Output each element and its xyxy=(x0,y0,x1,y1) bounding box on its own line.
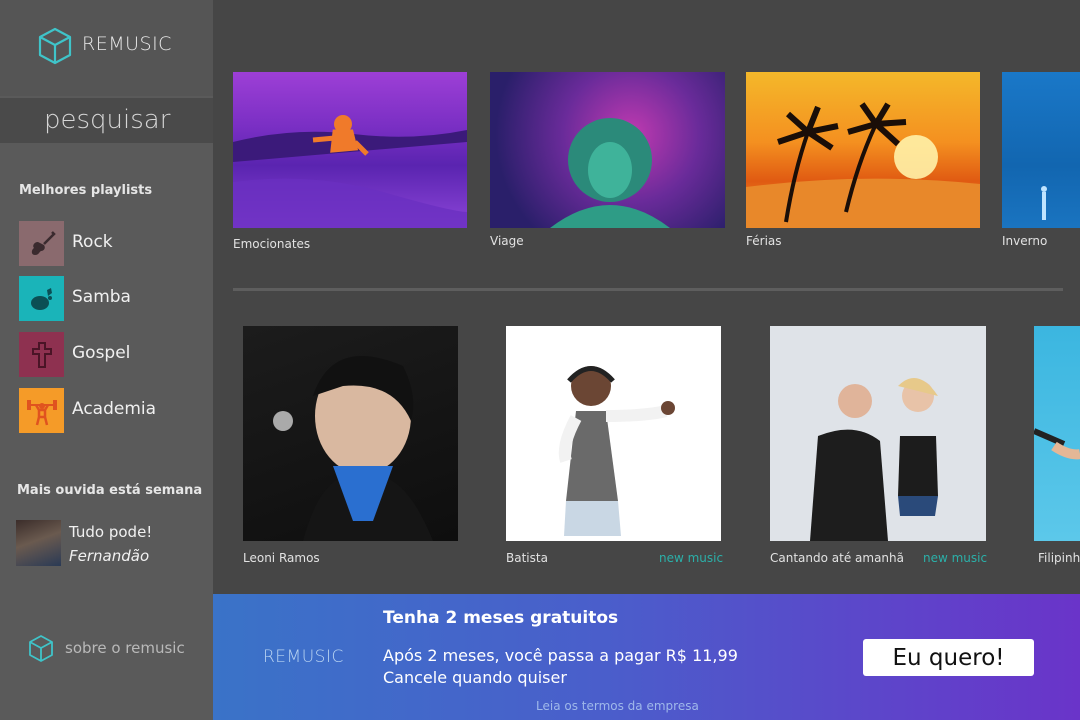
mood-label: Emocionates xyxy=(233,237,311,251)
artist-label: Filipinh xyxy=(1038,551,1080,565)
about-label: sobre o remusic xyxy=(65,639,185,657)
playlist-item-rock[interactable]: Rock xyxy=(19,221,209,267)
mood-label: Viage xyxy=(490,234,524,248)
artist-image xyxy=(770,326,986,541)
mood-card[interactable]: Férias xyxy=(746,72,980,252)
main-content: Emocionates Viage Férias Inverno Leoni R… xyxy=(213,0,1080,594)
guitar-icon xyxy=(19,221,64,266)
sidebar: REMUSIC pesquisar Melhores playlists Roc… xyxy=(0,0,213,720)
most-played-heading: Mais ouvida está semana xyxy=(17,483,203,498)
brand-header[interactable]: REMUSIC xyxy=(0,0,213,96)
track-artist: Fernandão xyxy=(69,547,150,565)
banner-line-2: Cancele quando quiser xyxy=(383,668,567,687)
artist-card[interactable]: Batista new music xyxy=(506,326,726,571)
track-title: Tudo pode! xyxy=(69,523,153,541)
artist-image xyxy=(1034,326,1080,541)
artist-card[interactable]: Cantando até amanhã new music xyxy=(770,326,990,571)
new-music-tag[interactable]: new music xyxy=(923,551,987,565)
mood-image xyxy=(233,72,467,228)
mood-card[interactable]: Emocionates xyxy=(233,72,467,252)
search-button[interactable]: pesquisar xyxy=(0,98,213,143)
mood-image xyxy=(1002,72,1080,228)
cross-icon xyxy=(19,332,64,377)
artist-label: Batista xyxy=(506,551,548,565)
playlist-label: Rock xyxy=(72,232,113,252)
section-divider xyxy=(233,288,1063,291)
cube-icon xyxy=(29,635,53,662)
playlists-heading: Melhores playlists xyxy=(19,183,153,198)
playlist-item-samba[interactable]: Samba xyxy=(19,276,209,322)
banner-line-1: Após 2 meses, você passa a pagar R$ 11,9… xyxy=(383,646,738,665)
artist-image xyxy=(243,326,458,541)
playlist-item-gospel[interactable]: Gospel xyxy=(19,332,209,378)
playlist-label: Gospel xyxy=(72,343,131,363)
banner-brand: REMUSIC xyxy=(263,647,344,667)
brand-name: REMUSIC xyxy=(82,33,172,55)
banner-headline: Tenha 2 meses gratuitos xyxy=(383,608,619,628)
new-music-tag[interactable]: new music xyxy=(659,551,723,565)
terms-link[interactable]: Leia os termos da empresa xyxy=(536,699,699,713)
track-cover xyxy=(16,520,61,566)
mood-card[interactable]: Viage xyxy=(490,72,725,252)
cube-icon xyxy=(38,27,72,65)
promo-banner: REMUSIC Tenha 2 meses gratuitos Após 2 m… xyxy=(213,594,1080,720)
artist-label: Cantando até amanhã xyxy=(770,551,904,565)
weightlifter-icon xyxy=(19,388,64,433)
artist-card[interactable]: Leoni Ramos xyxy=(243,326,459,571)
artist-label: Leoni Ramos xyxy=(243,551,320,565)
playlist-item-academia[interactable]: Academia xyxy=(19,388,209,434)
playlist-label: Academia xyxy=(72,399,157,419)
tambourine-icon xyxy=(19,276,64,321)
artist-card[interactable]: Filipinh xyxy=(1034,326,1080,571)
mood-label: Férias xyxy=(746,234,782,248)
mood-card[interactable]: Inverno xyxy=(1002,72,1080,252)
about-link[interactable]: sobre o remusic xyxy=(28,634,208,664)
mood-image xyxy=(490,72,725,228)
mood-image xyxy=(746,72,980,228)
most-played-track[interactable]: Tudo pode! Fernandão xyxy=(16,520,211,568)
subscribe-button[interactable]: Eu quero! xyxy=(863,639,1034,676)
playlist-label: Samba xyxy=(72,287,131,307)
artist-image xyxy=(506,326,721,541)
mood-label: Inverno xyxy=(1002,234,1048,248)
search-label: pesquisar xyxy=(44,105,171,135)
app-window: REMUSIC pesquisar Melhores playlists Roc… xyxy=(0,0,1080,720)
